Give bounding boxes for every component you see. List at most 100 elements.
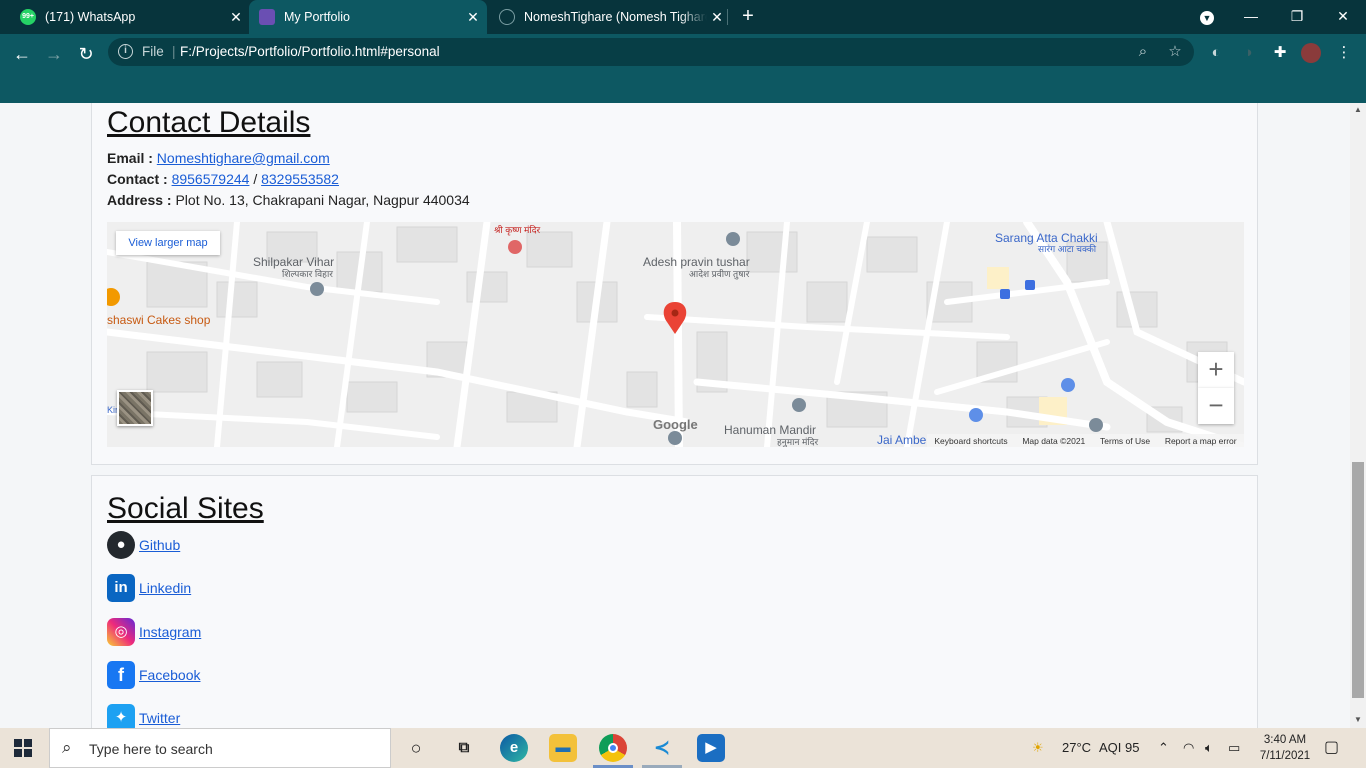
email-row: Email : Nomeshtighare@gmail.com <box>107 150 330 166</box>
email-link[interactable]: Nomeshtighare@gmail.com <box>157 150 330 166</box>
social-twitter[interactable]: ✦ Twitter <box>107 704 180 728</box>
address-bar[interactable]: i File | F:/Projects/Portfolio/Portfolio… <box>108 38 1194 66</box>
volume-icon[interactable]: 🔈︎ <box>1205 728 1213 768</box>
scroll-down-icon[interactable]: ▼ <box>1354 715 1362 724</box>
notifications-icon[interactable]: ▢ <box>1324 728 1339 768</box>
scroll-up-icon[interactable]: ▲ <box>1354 105 1362 114</box>
browser-toolbar: ← → ↻ i File | F:/Projects/Portfolio/Por… <box>0 34 1366 103</box>
zoom-lens-icon[interactable]: ⌕ <box>1134 43 1152 61</box>
terms-link[interactable]: Terms of Use <box>1100 436 1150 446</box>
map-label-krishna-mandir: श्री कृष्ण मंदिर <box>494 225 541 235</box>
wifi-icon[interactable]: ◠ <box>1183 728 1194 768</box>
phone-separator: / <box>253 171 258 187</box>
taskbar-search[interactable]: ⌕ Type here to search <box>49 728 391 768</box>
tray-chevron-icon[interactable]: ⌃ <box>1158 728 1169 768</box>
site-info-icon[interactable]: i <box>118 44 133 59</box>
social-github[interactable]: ● Github <box>107 531 180 559</box>
windows-taskbar: ⌕ Type here to search ○ ⧉ e ▬ ≺ ▶ ☀ 27°C… <box>0 728 1366 768</box>
windows-start-icon[interactable] <box>14 739 32 757</box>
dark-mode-extension-icon[interactable]: ◑ <box>1237 42 1259 64</box>
social-linkedin[interactable]: in Linkedin <box>107 574 191 602</box>
view-larger-map-link[interactable]: View larger map <box>116 231 220 255</box>
social-instagram[interactable]: ◎ Instagram <box>107 618 201 646</box>
chrome-icon[interactable] <box>599 734 627 762</box>
cortana-icon[interactable]: ○ <box>402 734 430 762</box>
facebook-link[interactable]: Facebook <box>139 667 200 683</box>
contact-label: Contact : <box>107 171 168 187</box>
back-icon[interactable]: ← <box>8 40 36 68</box>
github-link[interactable]: Github <box>139 537 180 553</box>
tab-close-icon[interactable]: ✕ <box>226 9 246 26</box>
extensions-puzzle-icon[interactable]: ✚ <box>1269 42 1291 64</box>
map-label-cakes: shaswi Cakes shop <box>107 313 211 327</box>
reload-icon[interactable]: ↻ <box>72 40 100 68</box>
scheme-label: File <box>142 44 164 59</box>
map-label-sarang-hi: सारंग आटा चक्की <box>1038 244 1097 254</box>
omnibox-separator: | <box>172 44 176 59</box>
portfolio-icon <box>259 9 275 25</box>
address-row: Address : Plot No. 13, Chakrapani Nagar,… <box>107 192 470 208</box>
weather-aqi[interactable]: AQI 95 <box>1099 728 1139 768</box>
linkedin-link[interactable]: Linkedin <box>139 580 191 596</box>
search-placeholder: Type here to search <box>89 741 213 757</box>
whatsapp-icon: 99+ <box>20 9 36 25</box>
scrollbar-thumb[interactable] <box>1352 462 1364 698</box>
tab-title: My Portfolio <box>284 10 350 24</box>
tab-whatsapp[interactable]: 99+ (171) WhatsApp ✕ <box>10 0 246 34</box>
page-scrollbar[interactable]: ▲ ▼ <box>1350 103 1366 728</box>
contact-card: Contact Details Email : Nomeshtighare@gm… <box>91 103 1258 465</box>
map-label-adesh-hi: आदेश प्रवीण तुषार <box>689 269 750 279</box>
maximize-button[interactable]: ❐ <box>1274 0 1320 34</box>
keyboard-shortcuts-link[interactable]: Keyboard shortcuts <box>934 436 1007 446</box>
tab-github[interactable]: NomeshTighare (Nomesh Tighare) ✕ <box>495 0 727 34</box>
tab-close-icon[interactable]: ✕ <box>463 9 483 26</box>
browser-menu-icon[interactable]: ⋮ <box>1333 42 1355 64</box>
embedded-map[interactable]: View larger map Shilpakar Vihar शिल्पकार… <box>107 222 1244 447</box>
tab-close-icon[interactable]: ✕ <box>707 9 727 26</box>
url-text[interactable]: F:/Projects/Portfolio/Portfolio.html#per… <box>180 44 440 59</box>
minimize-button[interactable]: — <box>1228 0 1274 34</box>
github-icon: ● <box>107 531 135 559</box>
edge-icon[interactable]: e <box>500 734 528 762</box>
twitter-icon: ✦ <box>107 704 135 728</box>
task-view-icon[interactable]: ⧉ <box>450 734 478 762</box>
forward-icon[interactable]: → <box>40 40 68 68</box>
email-label: Email : <box>107 150 153 166</box>
tab-my-portfolio[interactable]: My Portfolio ✕ <box>249 0 487 34</box>
instagram-link[interactable]: Instagram <box>139 624 201 640</box>
bookmark-star-icon[interactable]: ☆ <box>1166 43 1184 61</box>
browser-tab-bar: 99+ (171) WhatsApp ✕ My Portfolio ✕ Nome… <box>0 0 1366 34</box>
zoom-in-button[interactable]: + <box>1198 352 1234 388</box>
map-label-hanuman-hi: हनुमान मंदिर <box>777 437 819 447</box>
search-icon: ⌕ <box>62 738 72 757</box>
zoom-out-button[interactable]: − <box>1198 388 1234 424</box>
report-error-link[interactable]: Report a map error <box>1165 436 1237 446</box>
tab-divider <box>727 9 728 25</box>
battery-icon[interactable]: ▭ <box>1228 728 1240 768</box>
github-icon <box>499 9 515 25</box>
phone-link-1[interactable]: 8956579244 <box>172 171 250 187</box>
phone-link-2[interactable]: 8329553582 <box>261 171 339 187</box>
satellite-toggle[interactable] <box>117 390 153 426</box>
twitter-link[interactable]: Twitter <box>139 710 180 726</box>
weather-icon[interactable]: ☀ <box>1032 728 1044 768</box>
clock-time: 3:40 AM <box>1263 734 1307 746</box>
new-tab-button[interactable]: + <box>736 5 760 29</box>
close-window-button[interactable]: ✕ <box>1320 0 1366 34</box>
social-facebook[interactable]: f Facebook <box>107 661 200 689</box>
profile-avatar[interactable] <box>1301 43 1321 63</box>
contact-row: Contact : 8956579244 / 8329553582 <box>107 171 339 187</box>
google-logo: Google <box>653 417 698 432</box>
tab-title: NomeshTighare (Nomesh Tighare) <box>524 10 707 24</box>
file-explorer-icon[interactable]: ▬ <box>549 734 577 762</box>
instagram-icon: ◎ <box>107 618 135 646</box>
media-player-icon[interactable]: ▶ <box>697 734 725 762</box>
tab-search-icon[interactable]: ▼ <box>1184 0 1230 34</box>
vscode-icon[interactable]: ≺ <box>648 734 676 762</box>
system-clock[interactable]: 3:40 AM 7/11/2021 <box>1250 732 1320 764</box>
weather-temp[interactable]: 27°C <box>1062 728 1091 768</box>
extension-icon[interactable]: ◐ <box>1205 42 1227 64</box>
facebook-icon: f <box>107 661 135 689</box>
contact-heading: Contact Details <box>107 106 311 139</box>
clock-date: 7/11/2021 <box>1259 750 1311 762</box>
